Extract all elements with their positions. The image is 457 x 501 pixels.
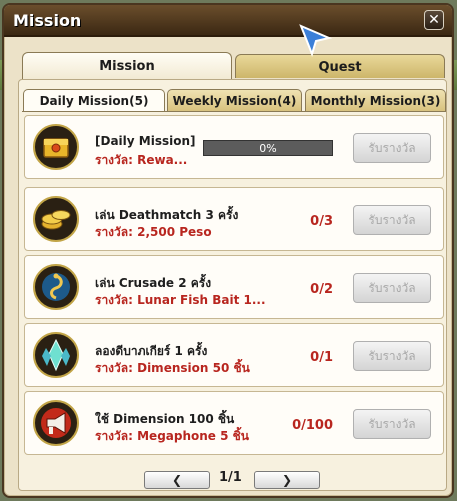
page-indicator: 1/1 xyxy=(219,470,242,485)
tab-divider xyxy=(22,111,446,112)
close-icon: ✕ xyxy=(428,12,440,28)
mission-reward: รางวัล: 2,500 Peso xyxy=(95,225,212,239)
progress-bar: 0% xyxy=(203,140,333,156)
prev-page-button[interactable]: ❮ xyxy=(144,471,210,489)
title-bar[interactable]: Mission ✕ xyxy=(4,5,452,37)
claim-reward-button[interactable]: รับรางวัล xyxy=(353,133,431,163)
megaphone-icon xyxy=(33,400,79,446)
claim-reward-button[interactable]: รับรางวัล xyxy=(353,205,431,235)
mission-row: เล่น Crusade 2 ครั้ง รางวัล: Lunar Fish … xyxy=(24,255,444,319)
claim-reward-button[interactable]: รับรางวัล xyxy=(353,341,431,371)
close-button[interactable]: ✕ xyxy=(424,10,444,30)
progress-text: 0% xyxy=(259,142,277,155)
tab-quest[interactable]: Quest xyxy=(235,54,445,78)
progress-count: 0/1 xyxy=(310,350,333,365)
mission-reward: รางวัล: Lunar Fish Bait 1... xyxy=(95,293,266,307)
crystal-icon xyxy=(33,332,79,378)
claim-reward-button[interactable]: รับรางวัล xyxy=(353,273,431,303)
mission-row: ใช้ Dimension 100 ชิ้น รางวัล: Megaphone… xyxy=(24,391,444,455)
mission-reward: รางวัล: Dimension 50 ชิ้น xyxy=(95,361,250,375)
mission-reward: รางวัล: Megaphone 5 ชิ้น xyxy=(95,429,249,443)
window-title: Mission xyxy=(13,11,82,30)
tab-weekly-mission[interactable]: Weekly Mission(4) xyxy=(167,89,302,111)
mission-window: Mission ✕ Mission Quest Daily Mission(5)… xyxy=(2,3,454,498)
next-page-button[interactable]: ❯ xyxy=(254,471,320,489)
progress-count: 0/2 xyxy=(310,282,333,297)
mission-reward: รางวัล: Rewa... xyxy=(95,153,188,167)
chevron-left-icon: ❮ xyxy=(171,473,183,487)
gold-coins-icon xyxy=(33,196,79,242)
progress-count: 0/100 xyxy=(292,418,333,433)
tab-daily-mission[interactable]: Daily Mission(5) xyxy=(23,89,165,111)
mouse-cursor-icon xyxy=(299,24,333,58)
progress-count: 0/3 xyxy=(310,214,333,229)
mission-row: [Daily Mission] รางวัล: Rewa... 0% รับรา… xyxy=(24,115,444,179)
golden-chest-icon xyxy=(33,124,79,170)
fish-bait-icon xyxy=(33,264,79,310)
chevron-right-icon: ❯ xyxy=(281,473,293,487)
tab-mission[interactable]: Mission xyxy=(22,52,232,79)
mission-row: ลองดีบาภเกียร์ 1 ครั้ง รางวัล: Dimension… xyxy=(24,323,444,387)
claim-reward-button[interactable]: รับรางวัล xyxy=(353,409,431,439)
tab-monthly-mission[interactable]: Monthly Mission(3) xyxy=(305,89,446,111)
mission-row: เล่น Deathmatch 3 ครั้ง รางวัล: 2,500 Pe… xyxy=(24,187,444,251)
mission-name: [Daily Mission] xyxy=(95,134,196,148)
